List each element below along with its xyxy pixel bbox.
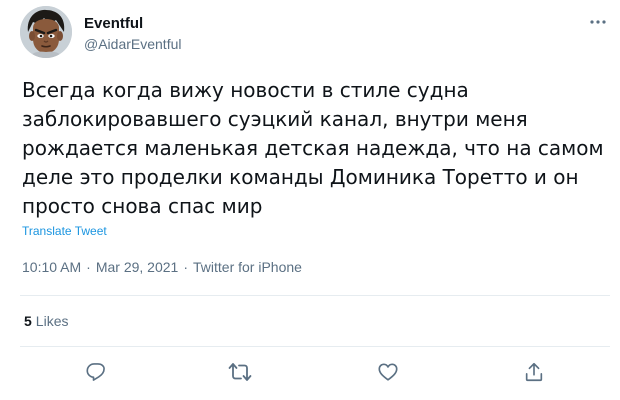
likes-label: Likes <box>35 313 69 329</box>
more-icon <box>590 20 606 24</box>
author-name[interactable]: Eventful <box>84 15 143 32</box>
tweet-card: Eventful @AidarEventful Всегда когда виж… <box>0 0 620 400</box>
avatar[interactable] <box>20 6 72 58</box>
reply-icon <box>86 363 105 381</box>
meta-separator: · <box>86 259 91 275</box>
tweet-date[interactable]: Mar 29, 2021 <box>96 259 179 275</box>
divider <box>20 346 610 347</box>
likes-summary[interactable]: 5 Likes <box>24 313 68 329</box>
meta-separator: · <box>183 259 188 275</box>
likes-count: 5 <box>24 313 32 329</box>
translate-tweet-link[interactable]: Translate Tweet <box>22 224 107 238</box>
heart-icon <box>378 363 398 381</box>
action-bar <box>20 354 610 390</box>
tweet-header: Eventful @AidarEventful <box>20 6 610 60</box>
retweet-button[interactable] <box>226 358 254 386</box>
avatar-image <box>20 6 72 58</box>
tweet-meta: 10:10 AM · Mar 29, 2021 · Twitter for iPhone <box>22 259 302 275</box>
retweet-icon <box>228 363 252 381</box>
author-handle[interactable]: @AidarEventful <box>84 36 181 52</box>
tweet-source[interactable]: Twitter for iPhone <box>193 259 302 275</box>
share-icon <box>525 362 543 382</box>
share-button[interactable] <box>520 358 548 386</box>
tweet-text: Всегда когда вижу новости в стиле судна … <box>22 78 604 218</box>
tweet-time[interactable]: 10:10 AM <box>22 259 81 275</box>
more-options-button[interactable] <box>586 12 610 32</box>
like-button[interactable] <box>374 358 402 386</box>
reply-button[interactable] <box>82 358 110 386</box>
divider <box>20 295 610 296</box>
